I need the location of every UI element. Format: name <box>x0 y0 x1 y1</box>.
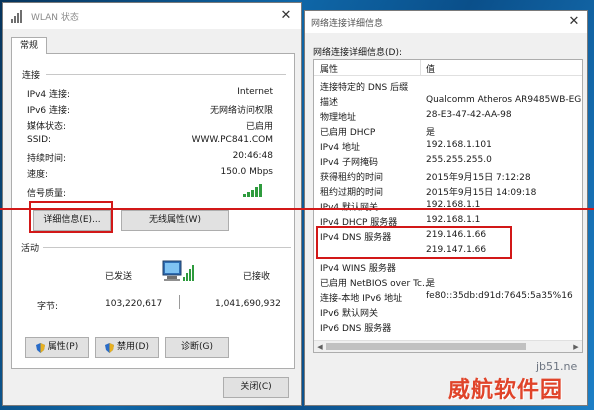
title-bar: 网络连接详细信息 ✕ <box>305 11 587 33</box>
list-item: 192.168.1.101 <box>426 140 492 150</box>
scroll-right-icon[interactable]: ▶ <box>570 341 582 352</box>
list-item: 描述 <box>320 98 339 108</box>
details-list[interactable]: 属性 值 连接特定的 DNS 后缀 描述 Qualcomm Atheros AR… <box>313 59 583 353</box>
signal-quality-label: 信号质量: <box>27 189 67 199</box>
wireless-properties-button[interactable]: 无线属性(W) <box>121 210 229 231</box>
list-item: fe80::35db:d91d:7645:5a35%16 <box>426 291 573 301</box>
list-item: 28-E3-47-42-AA-98 <box>426 110 512 120</box>
properties-label: 属性(P) <box>47 342 79 352</box>
speed-value: 150.0 Mbps <box>220 167 273 177</box>
duration-value: 20:46:48 <box>232 151 273 161</box>
list-item: 是 <box>426 279 436 289</box>
ipv6-connectivity-value: 无网络访问权限 <box>209 106 273 116</box>
bytes-sent-value: 103,220,617 <box>105 299 163 309</box>
ssid-label: SSID: <box>27 135 52 145</box>
wlan-status-window: WLAN 状态 ✕ 常规 连接 IPv4 连接: Internet IPv6 连… <box>2 2 302 406</box>
speed-label: 速度: <box>27 170 49 180</box>
ipv6-connectivity-label: IPv6 连接: <box>27 106 71 116</box>
divider <box>179 295 180 309</box>
column-separator[interactable] <box>420 60 421 76</box>
list-item: 已启用 NetBIOS over Tc... <box>320 279 431 289</box>
list-item: 租约过期的时间 <box>320 188 384 198</box>
disable-button[interactable]: 禁用(D) <box>95 337 159 358</box>
bytes-label: 字节: <box>37 302 59 312</box>
properties-button[interactable]: 属性(P) <box>25 337 89 358</box>
list-header: 属性 值 <box>314 60 582 76</box>
window-title: 网络连接详细信息 <box>311 19 384 29</box>
column-value[interactable]: 值 <box>426 62 435 75</box>
bytes-received-value: 1,041,690,932 <box>215 299 281 309</box>
close-icon[interactable]: ✕ <box>565 13 583 31</box>
list-item: 2015年9月15日 14:09:18 <box>426 188 537 198</box>
activity-section-label: 活动 <box>21 244 40 254</box>
disable-label: 禁用(D) <box>117 342 149 352</box>
list-item: IPv4 子网掩码 <box>320 158 378 168</box>
list-item: 是 <box>426 128 436 138</box>
sent-label: 已发送 <box>105 272 133 282</box>
signal-strength-icon <box>243 184 262 197</box>
wifi-signal-icon <box>11 9 25 23</box>
list-item: 物理地址 <box>320 113 357 123</box>
list-item: IPv4 默认网关 <box>320 200 378 213</box>
received-label: 已接收 <box>243 272 271 282</box>
list-item: IPv4 WINS 服务器 <box>320 264 396 274</box>
ipv4-connectivity-value: Internet <box>237 87 273 97</box>
list-item: 已启用 DHCP <box>320 128 376 138</box>
details-highlight <box>29 201 113 233</box>
shield-icon <box>105 342 115 353</box>
list-item: Qualcomm Atheros AR9485WB-EG Wire <box>426 95 582 105</box>
close-button[interactable]: 关闭(C) <box>223 377 289 398</box>
dns-highlight <box>316 226 512 259</box>
scroll-thumb[interactable] <box>326 343 526 350</box>
shield-icon <box>35 342 45 353</box>
window-title: WLAN 状态 <box>31 12 79 23</box>
list-item: IPv4 地址 <box>320 143 360 153</box>
watermark: 威航软件园 <box>448 378 564 403</box>
list-item: 连接-本地 IPv6 地址 <box>320 294 403 304</box>
connection-section-label: 连接 <box>22 71 41 81</box>
ipv4-connectivity-label: IPv4 连接: <box>27 90 71 100</box>
divider <box>43 247 291 248</box>
diagnose-button[interactable]: 诊断(G) <box>165 337 229 358</box>
duration-label: 持续时间: <box>27 154 67 164</box>
column-property[interactable]: 属性 <box>320 62 338 75</box>
list-item: IPv6 DNS 服务器 <box>320 324 392 334</box>
network-computer-icon <box>162 260 194 281</box>
red-guide-line <box>0 208 594 210</box>
list-item: 255.255.255.0 <box>426 155 492 165</box>
details-subtitle: 网络连接详细信息(D): <box>313 48 402 58</box>
ssid-value: WWW.PC841.COM <box>191 135 273 145</box>
list-item: 192.168.1.1 <box>426 215 481 225</box>
list-item: 连接特定的 DNS 后缀 <box>320 83 409 93</box>
close-icon[interactable]: ✕ <box>277 7 295 25</box>
horizontal-scrollbar[interactable]: ◀ ▶ <box>314 340 582 352</box>
tab-general[interactable]: 常规 <box>11 37 47 54</box>
title-bar: WLAN 状态 ✕ <box>3 3 301 29</box>
media-state-value: 已启用 <box>245 122 273 132</box>
scroll-left-icon[interactable]: ◀ <box>314 341 326 352</box>
list-item: 获得租约的时间 <box>320 173 384 183</box>
list-item: IPv6 默认网关 <box>320 309 378 319</box>
media-state-label: 媒体状态: <box>27 122 67 132</box>
divider <box>46 74 286 75</box>
list-item: 2015年9月15日 7:12:28 <box>426 173 531 183</box>
